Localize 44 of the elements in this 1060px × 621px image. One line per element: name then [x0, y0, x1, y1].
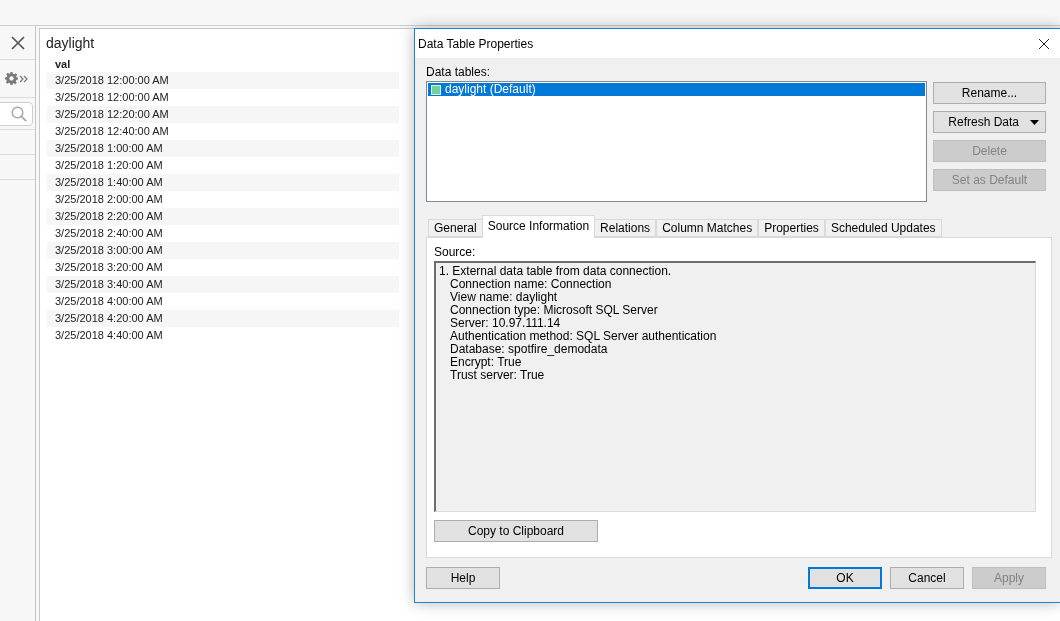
list-item[interactable]: daylight (Default) [428, 83, 925, 96]
source-line: 1. External data table from data connection. [439, 265, 672, 278]
source-line: Authentication method: SQL Server authentication [449, 330, 717, 343]
table-cell: 3/25/2018 3:40:00 AM [47, 276, 399, 293]
close-icon[interactable] [10, 35, 25, 50]
field-label: Source: [434, 245, 476, 259]
caret-icon [1030, 119, 1039, 125]
search-icon [11, 105, 27, 122]
table-cell: 3/25/2018 1:40:00 AM [47, 174, 399, 191]
tab[interactable]: Properties [758, 219, 825, 237]
close-icon[interactable] [1038, 37, 1050, 50]
source-line: Trust server: True [449, 369, 545, 382]
gear-icon[interactable] [5, 72, 18, 85]
swatch-icon [431, 84, 441, 95]
source-text-field[interactable] [434, 261, 1036, 512]
dialog-button[interactable]: Cancel [890, 567, 964, 589]
table-cell: 3/25/2018 3:00:00 AM [47, 242, 399, 259]
table-title: daylight [46, 35, 95, 51]
tab[interactable]: General [428, 219, 483, 237]
table-cell: 3/25/2018 12:20:00 AM [47, 106, 399, 123]
tab[interactable]: Column Matches [656, 219, 759, 237]
table-cell: 3/25/2018 4:20:00 AM [47, 310, 399, 327]
source-line: Database: spotfire_demodata [449, 343, 608, 356]
table-cell: 3/25/2018 2:20:00 AM [47, 208, 399, 225]
column-header: val [54, 57, 71, 72]
source-line: Server: 10.97.111.14 [449, 317, 561, 330]
dialog-button[interactable]: OK [808, 567, 882, 589]
search-field[interactable] [0, 101, 33, 126]
source-line: Connection type: Microsoft SQL Server [449, 304, 658, 317]
field-label: Data tables: [426, 65, 491, 79]
source-line: Connection name: Connection [449, 278, 612, 291]
dialog-button[interactable]: Rename... [933, 82, 1046, 104]
refresh-dropdown-button[interactable]: Refresh Data [933, 111, 1046, 133]
double-chevron-icon[interactable] [19, 74, 28, 83]
table-cell: 3/25/2018 12:00:00 AM [47, 72, 399, 89]
copy-button[interactable]: Copy to Clipboard [434, 520, 598, 542]
tab[interactable]: Source Information [481, 215, 596, 238]
tab[interactable]: Relations [594, 219, 657, 237]
table-cell: 3/25/2018 1:00:00 AM [47, 140, 399, 157]
dialog-title: Data Table Properties [418, 36, 534, 51]
source-line: Encrypt: True [449, 356, 522, 369]
dialog-button[interactable]: Help [426, 567, 500, 589]
source-line: View name: daylight [449, 291, 558, 304]
tab[interactable]: Scheduled Updates [824, 219, 942, 237]
